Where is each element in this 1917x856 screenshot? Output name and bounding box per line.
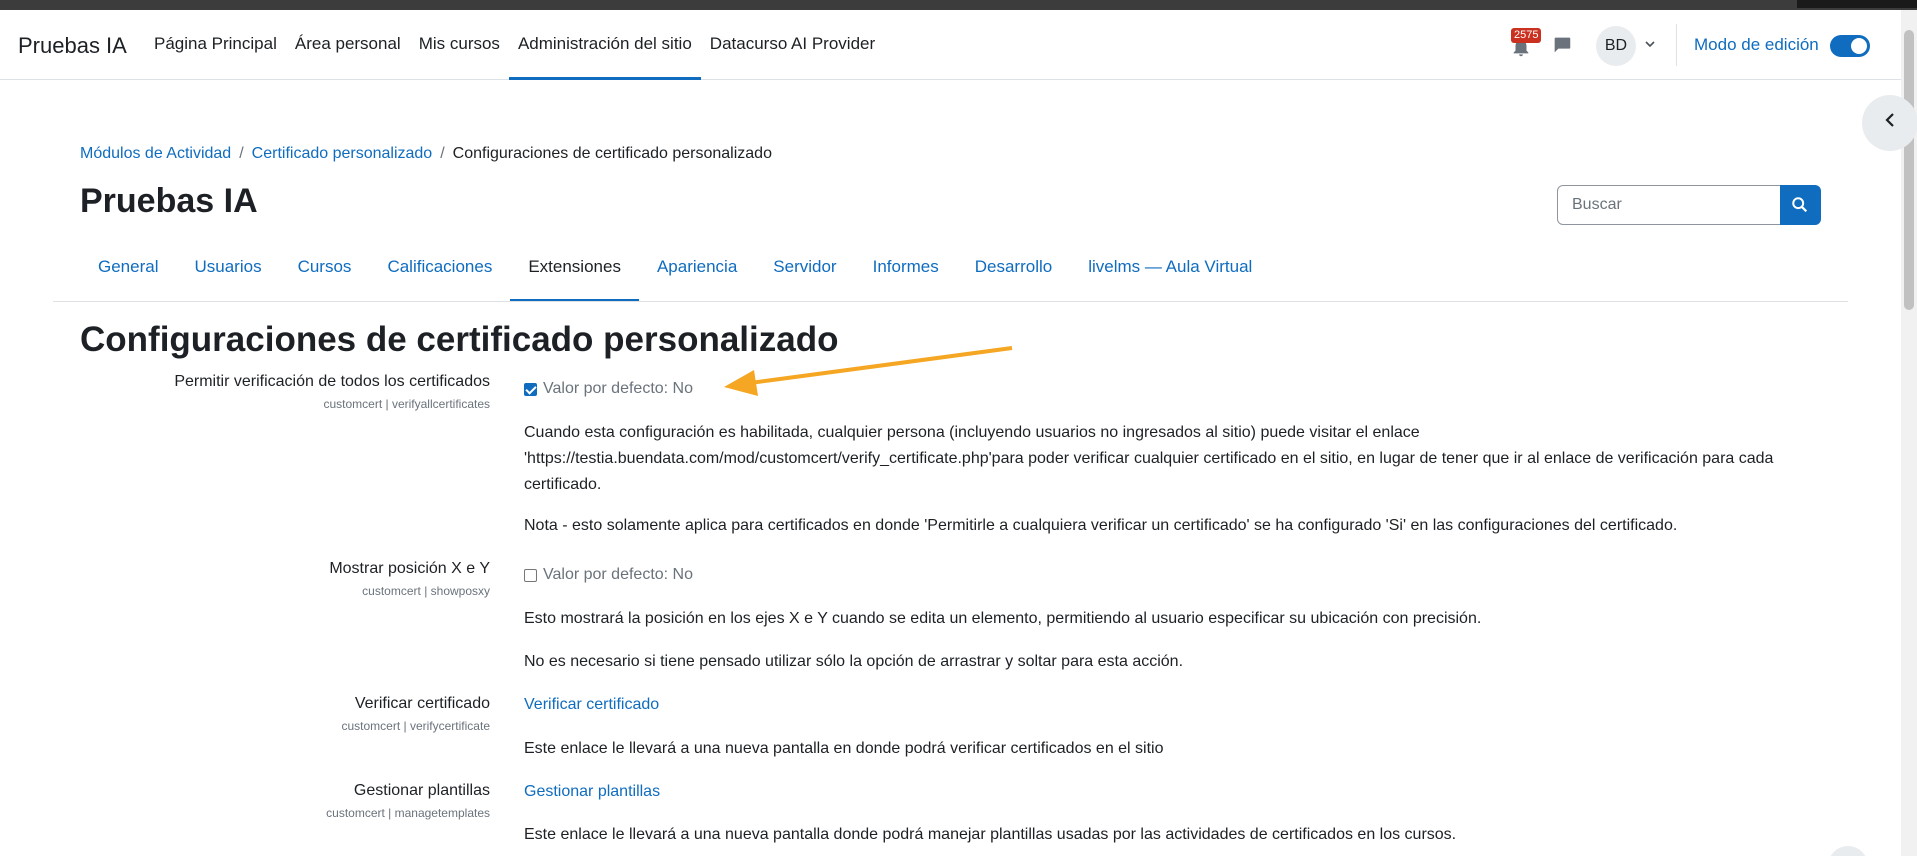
nav-item-dashboard[interactable]: Área personal (286, 10, 410, 79)
tab-appearance[interactable]: Apariencia (639, 255, 755, 302)
setting-verifyall-note: Nota - esto solamente aplica para certif… (524, 517, 1678, 534)
tab-reports[interactable]: Informes (855, 255, 957, 302)
page-title: Pruebas IA (80, 182, 258, 220)
edit-mode-toggle[interactable] (1830, 35, 1870, 57)
edit-mode-label[interactable]: Modo de edición (1694, 35, 1819, 55)
setting-managetemplates-name: Gestionar plantillas (353, 782, 490, 799)
scrollbar-thumb[interactable] (1904, 30, 1914, 310)
browser-top-strip (0, 0, 1917, 10)
setting-verifycert-key: customcert | verifycertificate (341, 719, 491, 733)
setting-verifyall-key: customcert | verifyallcertificates (323, 397, 491, 411)
back-to-top-button[interactable] (1828, 846, 1868, 856)
manage-templates-link[interactable]: Gestionar plantillas (524, 783, 660, 801)
setting-managetemplates-label-block: Gestionar plantillas customcert | manage… (326, 782, 490, 820)
showposxy-checkbox[interactable] (524, 568, 537, 582)
search-input[interactable] (1557, 185, 1781, 225)
tab-grades[interactable]: Calificaciones (369, 255, 510, 302)
breadcrumb-activity-modules[interactable]: Módulos de Actividad (80, 145, 231, 163)
setting-verifyall-description: Cuando esta configuración es habilitada,… (524, 424, 1774, 493)
tab-courses[interactable]: Cursos (280, 255, 370, 302)
nav-item-home[interactable]: Página Principal (145, 10, 286, 79)
tab-server[interactable]: Servidor (755, 255, 854, 302)
nav-item-my-courses[interactable]: Mis cursos (410, 10, 509, 79)
setting-verifyall-name: Permitir verificación de todos los certi… (174, 373, 490, 390)
setting-managetemplates-key: customcert | managetemplates (326, 806, 490, 820)
verify-certificate-link[interactable]: Verificar certificado (524, 696, 659, 714)
notification-count-badge: 2575 (1511, 28, 1542, 43)
setting-showposxy-control: Valor por defecto: No (524, 566, 693, 584)
navbar-divider (1676, 24, 1677, 66)
breadcrumb-separator: / (239, 145, 244, 162)
setting-showposxy-note: No es necesario si tiene pensado utiliza… (524, 653, 1184, 670)
setting-showposxy-label-block: Mostrar posición X e Y customcert | show… (329, 560, 490, 598)
tab-development[interactable]: Desarrollo (957, 255, 1070, 302)
setting-verifycert-description: Este enlace le llevará a una nueva panta… (524, 740, 1164, 757)
setting-managetemplates-description: Este enlace le llevará a una nueva panta… (524, 826, 1457, 843)
browser-top-strip-accent (1797, 0, 1917, 8)
setting-verifyall-label-block: Permitir verificación de todos los certi… (174, 373, 490, 411)
tabs-divider (53, 301, 1848, 302)
user-avatar[interactable]: BD (1596, 26, 1636, 66)
setting-verifycert-name: Verificar certificado (354, 695, 490, 712)
search-icon (1792, 197, 1808, 213)
breadcrumb: Módulos de Actividad / Certificado perso… (80, 145, 772, 163)
tab-users[interactable]: Usuarios (176, 255, 279, 302)
setting-showposxy-key: customcert | showposxy (362, 584, 490, 598)
nav-item-datacurso-ai[interactable]: Datacurso AI Provider (701, 10, 884, 79)
setting-verifycert-label-block: Verificar certificado customcert | verif… (342, 695, 491, 733)
arrow-annotation-icon (724, 346, 1013, 396)
tab-plugins[interactable]: Extensiones (510, 255, 639, 302)
toggle-knob (1851, 38, 1867, 54)
top-navbar: Pruebas IA Página Principal Área persona… (0, 10, 1901, 80)
setting-verifyall-control: Valor por defecto: No (524, 380, 693, 398)
chevron-down-icon[interactable] (1644, 38, 1656, 53)
site-brand[interactable]: Pruebas IA (18, 33, 127, 59)
nav-item-site-admin[interactable]: Administración del sitio (508, 10, 701, 80)
showposxy-default: Valor por defecto: No (543, 566, 694, 583)
chevron-left-icon (1880, 110, 1900, 136)
tab-livelms[interactable]: livelms — Aula Virtual (1070, 255, 1270, 302)
chat-icon[interactable] (1551, 34, 1573, 56)
admin-search (1557, 185, 1821, 225)
breadcrumb-separator: / (440, 145, 445, 162)
search-button[interactable] (1780, 185, 1821, 225)
verifyall-default: Valor por defecto: No (543, 380, 694, 397)
tab-general[interactable]: General (80, 255, 176, 302)
breadcrumb-custom-certificate[interactable]: Certificado personalizado (252, 145, 433, 163)
admin-tabs: General Usuarios Cursos Calificaciones E… (80, 255, 1270, 302)
verifyall-checkbox[interactable] (524, 382, 537, 396)
breadcrumb-current: Configuraciones de certificado personali… (452, 145, 772, 162)
setting-showposxy-name: Mostrar posición X e Y (329, 560, 490, 577)
setting-showposxy-description: Esto mostrará la posición en los ejes X … (524, 610, 1482, 627)
primary-navigation: Página Principal Área personal Mis curso… (145, 10, 884, 80)
drawer-toggle-button[interactable] (1862, 95, 1917, 151)
